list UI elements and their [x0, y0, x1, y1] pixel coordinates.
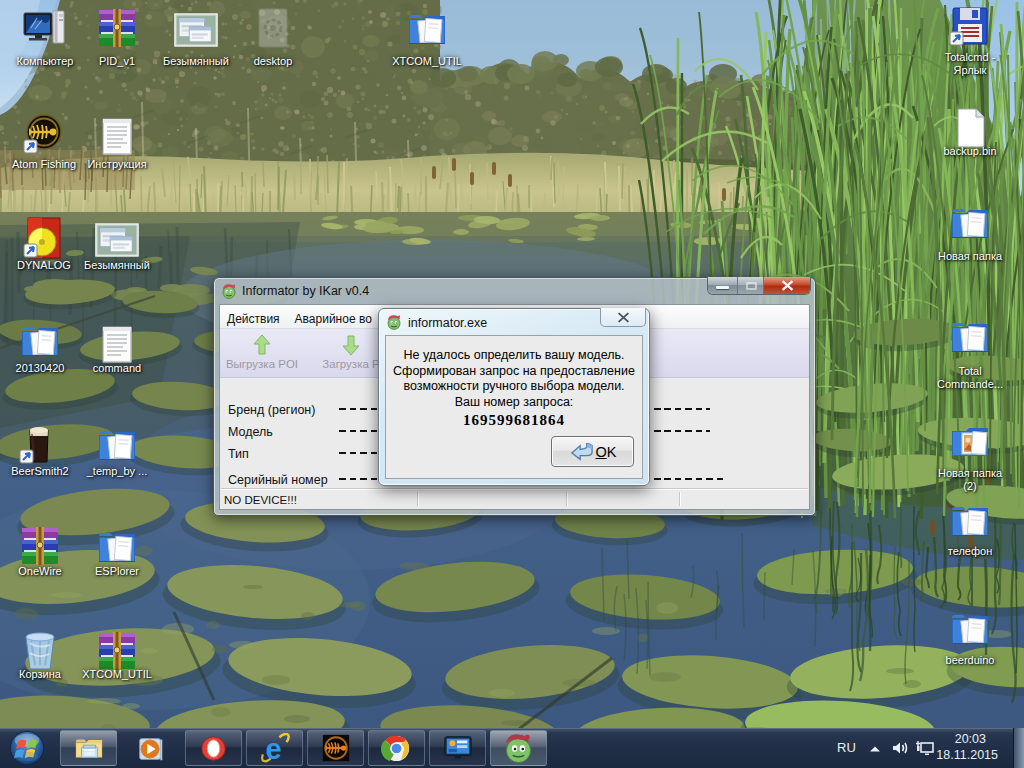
svg-text:e: e: [265, 733, 281, 764]
